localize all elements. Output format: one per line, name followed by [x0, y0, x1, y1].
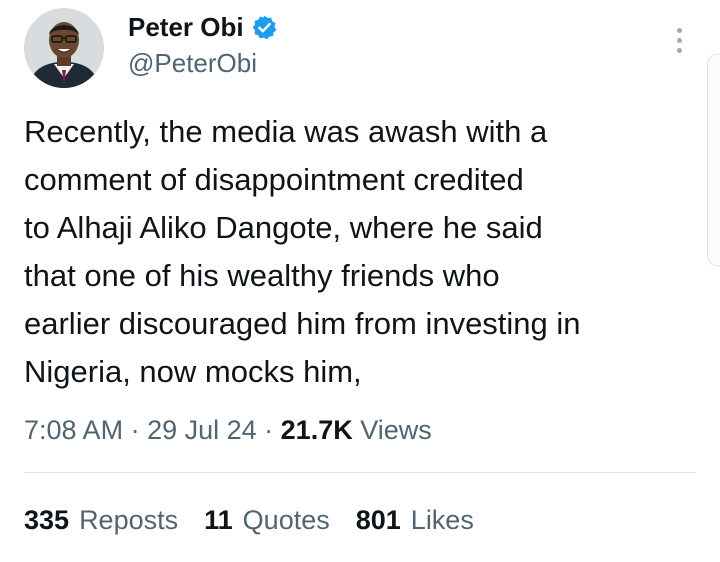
quotes-stat[interactable]: 11 Quotes: [204, 500, 330, 540]
tweet-text-line: to Alhaji Aliko Dangote, where he said: [24, 210, 543, 245]
quotes-label: Quotes: [242, 505, 330, 535]
quotes-count: 11: [204, 505, 233, 535]
meta-separator: ·: [256, 415, 281, 445]
tweet-detail: Peter Obi @PeterObi Recently, the media …: [0, 0, 720, 562]
tweet-text: Recently, the media was awash with a com…: [24, 108, 704, 396]
engagement-stats: 335 Reposts 11 Quotes 801 Likes: [24, 500, 474, 540]
tweet-text-line: comment of disappointment credited: [24, 162, 524, 197]
tweet-text-line: Recently, the media was awash with a: [24, 114, 548, 149]
views-label[interactable]: Views: [353, 415, 432, 445]
divider: [24, 472, 696, 473]
tweet-text-line: that one of his wealthy friends who: [24, 258, 500, 293]
verified-badge-icon[interactable]: [251, 14, 278, 41]
author-handle[interactable]: @PeterObi: [128, 46, 257, 80]
meta-separator: ·: [123, 415, 148, 445]
author-name-row[interactable]: Peter Obi: [128, 10, 278, 44]
reposts-stat[interactable]: 335 Reposts: [24, 500, 178, 540]
reposts-count: 335: [24, 505, 70, 535]
reposts-label: Reposts: [79, 505, 179, 535]
views-count[interactable]: 21.7K: [281, 415, 353, 445]
likes-stat[interactable]: 801 Likes: [356, 500, 474, 540]
tweet-meta: 7:08 AM · 29 Jul 24 · 21.7K Views: [24, 410, 432, 450]
likes-label: Likes: [410, 505, 474, 535]
tweet-text-line: Nigeria, now mocks him,: [24, 354, 362, 389]
profile-photo: [24, 8, 104, 88]
likes-count: 801: [355, 505, 401, 535]
more-vertical-icon[interactable]: [664, 22, 694, 58]
tweet-time[interactable]: 7:08 AM: [24, 415, 123, 445]
avatar[interactable]: [24, 8, 104, 88]
author-display-name[interactable]: Peter Obi: [128, 10, 244, 44]
edge-panel-handle[interactable]: [707, 54, 720, 266]
tweet-text-line: earlier discouraged him from investing i…: [24, 306, 581, 341]
tweet-date[interactable]: 29 Jul 24: [147, 415, 257, 445]
